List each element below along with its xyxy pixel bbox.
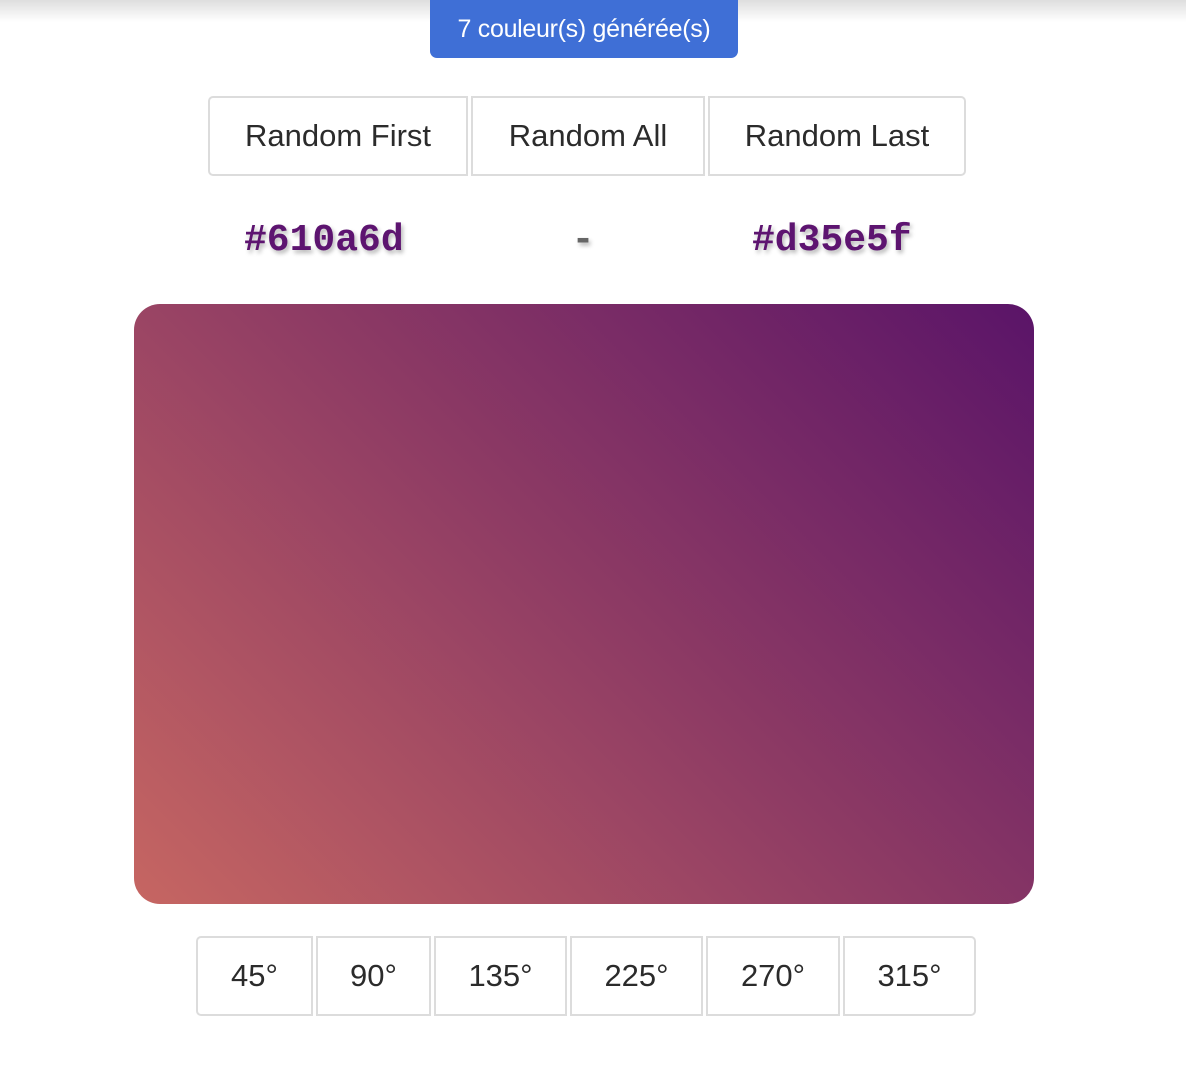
gradient-generator-page: 7 couleur(s) générée(s) Random First Ran… [0,0,1186,1070]
random-all-button[interactable]: Random All [471,96,705,176]
generated-count-badge: 7 couleur(s) générée(s) [430,0,738,58]
color-separator: - [571,218,595,262]
last-color-hex[interactable]: #d35e5f [752,214,912,266]
angle-315-button[interactable]: 315° [843,936,976,1016]
random-button-group: Random First Random All Random Last [208,96,966,176]
angle-225-button[interactable]: 225° [570,936,703,1016]
first-color-hex[interactable]: #610a6d [244,214,404,266]
angle-45-button[interactable]: 45° [196,936,313,1016]
angle-270-button[interactable]: 270° [706,936,840,1016]
gradient-preview [134,304,1034,904]
random-first-button[interactable]: Random First [208,96,468,176]
angle-135-button[interactable]: 135° [434,936,567,1016]
angle-90-button[interactable]: 90° [316,936,431,1016]
angle-button-group: 45° 90° 135° 225° 270° 315° [196,936,976,1016]
random-last-button[interactable]: Random Last [708,96,966,176]
